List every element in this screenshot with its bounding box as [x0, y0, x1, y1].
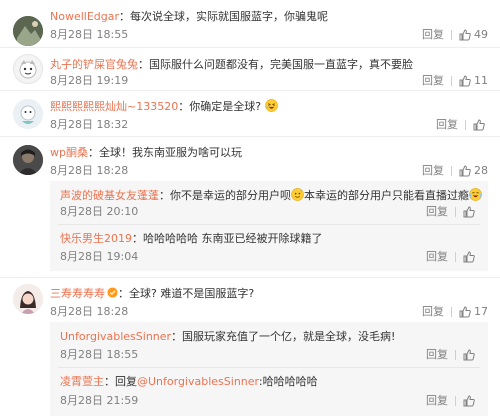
avatar[interactable]: [13, 145, 43, 175]
thumbs-up-icon: [459, 306, 471, 318]
reply-text: 凌霄萱主：回复@UnforgivablesSinner:哈哈哈哈哈: [60, 375, 318, 388]
comment-timestamp: 8月28日 18:32: [50, 118, 129, 131]
comment-actions: 回复 17: [422, 305, 488, 319]
comment-username[interactable]: NowellEdgar: [50, 10, 119, 23]
comment-item: 三寿寿寿寿 ：全球? 难道不是国服蓝字? 8月28日 18:28 回复 17 Unf…: [0, 278, 500, 416]
like-count: 49: [474, 28, 488, 41]
like-button[interactable]: 17: [459, 305, 488, 319]
thumbs-up-icon: [459, 75, 471, 87]
reply-username[interactable]: 凌霄萱主: [60, 375, 104, 388]
comment-actions: 回复: [436, 118, 488, 132]
avatar[interactable]: [13, 54, 43, 84]
comment-timestamp: 8月28日 18:55: [50, 28, 129, 41]
comment-item: 丸子的铲屎官兔兔：国际服什么问题都没有，完美国服一直蓝字，真不要脸 8月28日 …: [0, 48, 500, 92]
comment-username[interactable]: 熙熙熙熙熙灿灿~133520: [50, 100, 178, 113]
like-count: 17: [474, 305, 488, 318]
comment-username[interactable]: wp酮桑: [50, 146, 88, 159]
comment-text: 三寿寿寿寿 ：全球? 难道不是国服蓝字?: [50, 287, 255, 300]
comment-item: NowellEdgar：每次说全球，实际就国服蓝字，你骗鬼呢 8月28日 18:…: [0, 0, 500, 52]
reply-actions: 回复: [426, 348, 478, 362]
laughing-emoji-icon: [264, 99, 278, 112]
reply-username[interactable]: 快乐男生2019: [60, 232, 132, 245]
reply-username[interactable]: 声波的破基女友蓬蓬: [60, 189, 159, 202]
reply-button[interactable]: 回复: [422, 28, 444, 42]
reply-text: 快乐男生2019：哈哈哈哈哈 东南亚已经被开除球籍了: [60, 232, 323, 245]
reply-timestamp: 8月28日 20:10: [60, 205, 139, 218]
reply-thread: UnforgivablesSinner：国服玩家充值了一个亿，就是全球，没毛病!…: [50, 322, 488, 416]
reply-text: UnforgivablesSinner：国服玩家充值了一个亿，就是全球，没毛病!: [60, 330, 396, 343]
reply-button[interactable]: 回复: [426, 205, 448, 219]
like-count: 28: [474, 164, 488, 177]
vip-badge-icon: [107, 287, 118, 298]
thumbs-up-icon: [459, 29, 471, 41]
reply-button[interactable]: 回复: [426, 394, 448, 408]
mention-link[interactable]: @UnforgivablesSinner: [137, 375, 259, 388]
comment-item: wp酮桑：全球！我东南亚服为啥可以玩 8月28日 18:28 回复 28 声波的破…: [0, 137, 500, 277]
reply-button[interactable]: 回复: [426, 348, 448, 362]
divider: [58, 224, 480, 225]
reply-username[interactable]: UnforgivablesSinner: [60, 330, 171, 343]
reply-button[interactable]: 回复: [422, 164, 444, 178]
comment-item: 熙熙熙熙熙灿灿~133520：你确定是全球? 8月28日 18:32 回复: [0, 91, 500, 135]
comment-actions: 回复 28: [422, 164, 488, 178]
comment-timestamp: 8月28日 18:28: [50, 164, 129, 177]
comment-username[interactable]: 丸子的铲屎官兔兔: [50, 58, 138, 71]
thumbs-up-icon: [463, 349, 475, 361]
thumbs-up-icon: [463, 251, 475, 263]
like-button[interactable]: 28: [459, 164, 488, 178]
reply-actions: 回复: [426, 205, 478, 219]
reply-timestamp: 8月28日 19:04: [60, 250, 139, 263]
comment-text: wp酮桑：全球！我东南亚服为啥可以玩: [50, 146, 242, 159]
reply-button[interactable]: 回复: [426, 250, 448, 264]
reply-actions: 回复: [426, 394, 478, 408]
comment-actions: 回复 49: [422, 28, 488, 42]
thumbs-up-icon: [463, 395, 475, 407]
like-button[interactable]: [463, 394, 478, 408]
thumbs-up-icon: [463, 206, 475, 218]
reply-thread: 声波的破基女友蓬蓬：你不是幸运的部分用户呗 本幸运的部分用户只能看直播过瘾 8月2…: [50, 181, 488, 271]
avatar[interactable]: [13, 16, 43, 46]
crying-laugh-emoji-icon: [469, 188, 482, 201]
comment-text: NowellEdgar：每次说全球，实际就国服蓝字，你骗鬼呢: [50, 10, 329, 23]
comment-username[interactable]: 三寿寿寿寿: [50, 287, 105, 300]
comment-actions: 回复 11: [422, 74, 488, 88]
comment-text: 丸子的铲屎官兔兔：国际服什么问题都没有，完美国服一直蓝字，真不要脸: [50, 58, 413, 71]
reply-actions: 回复: [426, 250, 478, 264]
avatar[interactable]: [13, 284, 43, 314]
sweat-smile-emoji-icon: [291, 188, 304, 201]
reply-button[interactable]: 回复: [436, 118, 458, 132]
comment-timestamp: 8月28日 19:19: [50, 74, 129, 87]
reply-button[interactable]: 回复: [422, 74, 444, 88]
like-button[interactable]: 11: [459, 74, 488, 88]
avatar[interactable]: [13, 99, 43, 129]
reply-timestamp: 8月28日 21:59: [60, 394, 139, 407]
like-button[interactable]: [463, 250, 478, 264]
divider: [58, 367, 480, 368]
comment-timestamp: 8月28日 18:28: [50, 305, 129, 318]
thumbs-up-icon: [473, 119, 485, 131]
comment-text: 熙熙熙熙熙灿灿~133520：你确定是全球?: [50, 99, 278, 114]
like-button[interactable]: [463, 205, 478, 219]
like-count: 11: [474, 74, 488, 87]
reply-timestamp: 8月28日 18:55: [60, 348, 139, 361]
reply-button[interactable]: 回复: [422, 305, 444, 319]
reply-text: 声波的破基女友蓬蓬：你不是幸运的部分用户呗 本幸运的部分用户只能看直播过瘾: [60, 188, 482, 203]
like-button[interactable]: [463, 348, 478, 362]
thumbs-up-icon: [459, 165, 471, 177]
like-button[interactable]: 49: [459, 28, 488, 42]
like-button[interactable]: [473, 118, 488, 132]
